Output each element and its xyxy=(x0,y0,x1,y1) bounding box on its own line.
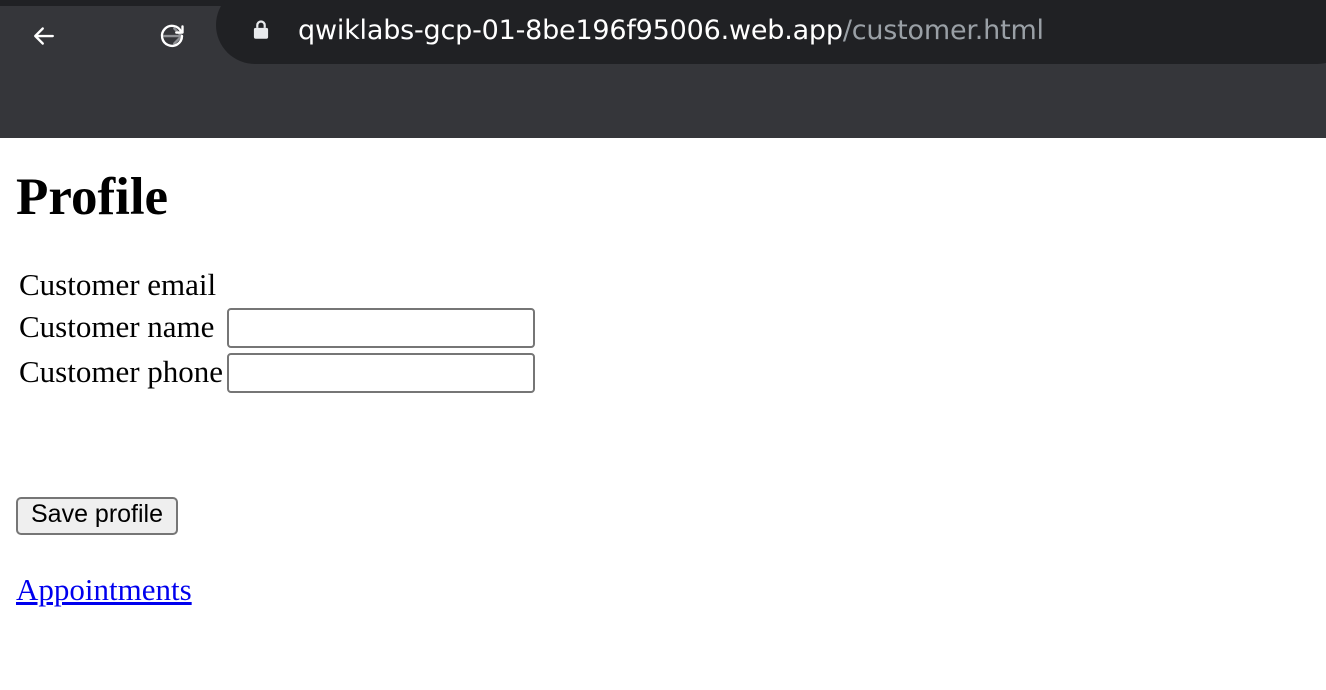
back-button[interactable] xyxy=(18,10,70,62)
url-path: /customer.html xyxy=(842,14,1044,46)
address-bar-content: qwiklabs-gcp-01-8be196f95006.web.app/cus… xyxy=(216,2,1044,64)
customer-email-label: Customer email xyxy=(19,267,217,302)
customer-email-value xyxy=(225,266,537,304)
arrow-left-icon xyxy=(34,27,54,45)
customer-phone-cell xyxy=(225,349,537,394)
page-content: Profile Customer email Customer name Cus… xyxy=(0,138,1326,690)
page-title: Profile xyxy=(16,168,169,226)
url-domain: qwiklabs-gcp-01-8be196f95006.web.app xyxy=(298,14,843,46)
browser-chrome: qwiklabs-gcp-01-8be196f95006.web.app/cus… xyxy=(0,0,1326,138)
customer-name-cell xyxy=(225,304,537,349)
customer-name-label: Customer name xyxy=(19,308,215,344)
table-row: Customer email xyxy=(17,266,537,304)
reload-icon xyxy=(160,24,184,48)
customer-phone-input[interactable] xyxy=(227,353,536,393)
profile-fields-table: Customer email Customer name Customer ph… xyxy=(17,266,537,394)
reload-button[interactable] xyxy=(146,10,198,62)
table-row: Customer name xyxy=(17,304,537,349)
customer-phone-label: Customer phone xyxy=(19,353,224,389)
appointments-link[interactable]: Appointments xyxy=(16,572,192,608)
padlock-glyph xyxy=(253,20,269,39)
table-row: Customer phone xyxy=(17,349,537,394)
browser-toolbar: qwiklabs-gcp-01-8be196f95006.web.app/cus… xyxy=(0,0,1326,72)
address-bar[interactable]: qwiklabs-gcp-01-8be196f95006.web.app/cus… xyxy=(216,0,1326,64)
profile-fields-body: Customer email Customer name Customer ph… xyxy=(17,266,537,394)
url-text: qwiklabs-gcp-01-8be196f95006.web.app/cus… xyxy=(298,15,1044,46)
lock-icon[interactable] xyxy=(250,18,272,42)
profile-form: Customer email Customer name Customer ph… xyxy=(17,266,537,394)
save-profile-button[interactable]: Save profile xyxy=(16,497,179,535)
customer-name-input[interactable] xyxy=(227,308,536,348)
